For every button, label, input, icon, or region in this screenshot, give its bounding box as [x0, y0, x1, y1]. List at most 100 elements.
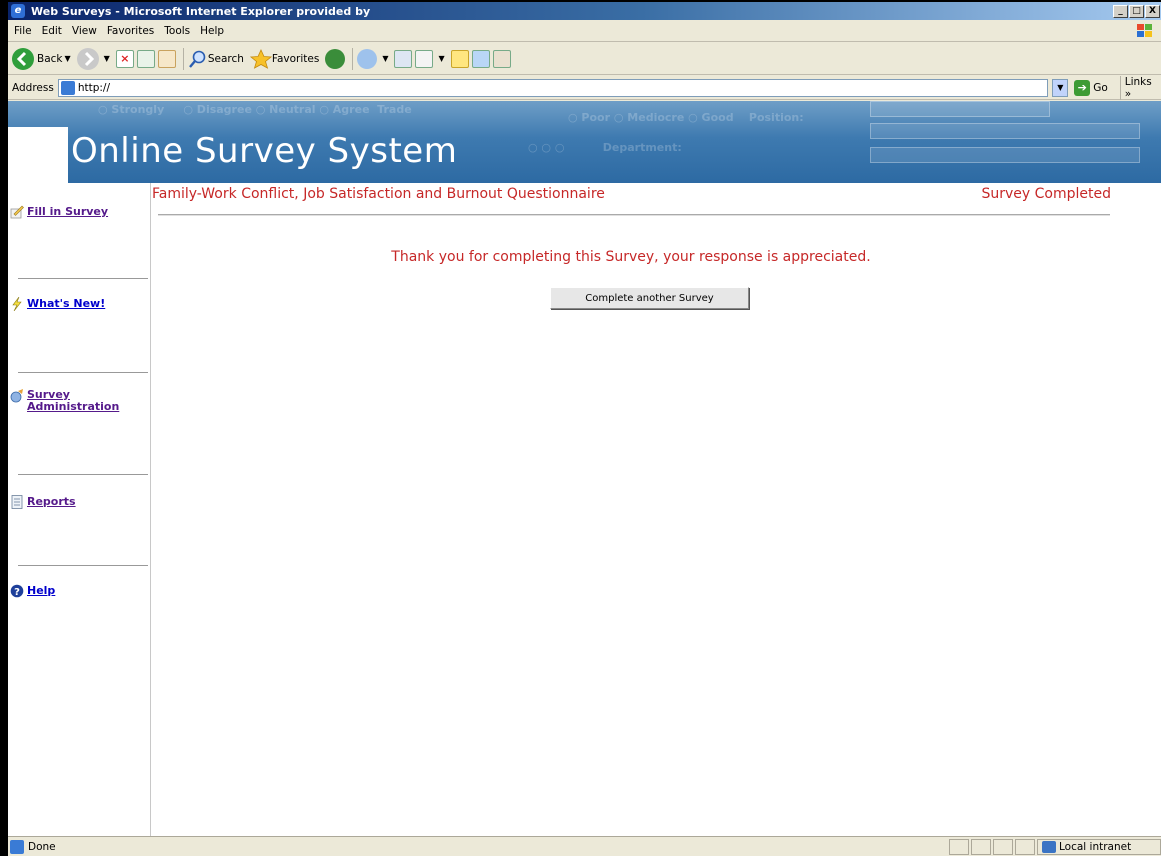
- minimize-button[interactable]: _: [1113, 4, 1128, 18]
- search-label: Search: [207, 52, 244, 65]
- menu-tools[interactable]: Tools: [164, 25, 190, 37]
- search-button[interactable]: Search: [188, 49, 244, 69]
- chevron-down-icon: ▼: [382, 54, 389, 63]
- svg-text:?: ?: [14, 587, 20, 598]
- research-icon[interactable]: [492, 49, 511, 68]
- address-dropdown-button[interactable]: ▼: [1052, 78, 1069, 97]
- toolbar: Back ▼ ▼ × Search Favorites ▼ ▼: [8, 43, 1161, 75]
- sidebar-nav: Fill in Survey What's New! Survey Admini…: [8, 183, 151, 836]
- menu-favorites[interactable]: Favorites: [107, 25, 154, 37]
- site-banner: ○ Strongly ○ Disagree ○ Neutral ○ Agree …: [8, 101, 1161, 183]
- chevron-down-icon: ▼: [438, 54, 445, 63]
- restore-button[interactable]: □: [1129, 4, 1144, 18]
- banner-decoration: ○ Strongly ○ Disagree ○ Neutral ○ Agree …: [98, 103, 412, 116]
- stop-icon[interactable]: ×: [115, 49, 134, 68]
- window-title: Web Surveys - Microsoft Internet Explore…: [31, 4, 371, 18]
- title-bar: e Web Surveys - Microsoft Internet Explo…: [8, 2, 1161, 20]
- print-icon[interactable]: [394, 49, 413, 68]
- messenger-icon[interactable]: [471, 49, 490, 68]
- refresh-icon[interactable]: [136, 49, 155, 68]
- sidebar-item-label[interactable]: Help: [27, 584, 55, 597]
- sidebar-item-label[interactable]: What's New!: [27, 297, 105, 310]
- sidebar-item-label[interactable]: Fill in Survey: [27, 205, 108, 218]
- banner-decoration: ○ ○ ○ Department:: [528, 141, 682, 154]
- star-icon: [249, 48, 272, 69]
- banner-decoration: [870, 101, 1050, 117]
- windows-logo-icon: [1137, 24, 1152, 37]
- back-label: Back: [37, 52, 63, 65]
- admin-icon: [10, 389, 23, 403]
- discuss-icon[interactable]: [450, 49, 469, 68]
- history-icon[interactable]: [325, 48, 346, 69]
- sidebar-divider: [18, 278, 148, 279]
- menu-bar: File Edit View Favorites Tools Help: [8, 20, 1161, 42]
- search-icon: [188, 50, 206, 68]
- go-label: Go: [1093, 81, 1108, 94]
- banner-logo-area: [8, 127, 68, 183]
- site-title: Online Survey System: [71, 131, 458, 171]
- address-url: http://: [77, 81, 110, 94]
- security-zone: Local intranet: [1037, 838, 1161, 855]
- complete-another-survey-button[interactable]: Complete another Survey: [550, 287, 749, 309]
- status-pane: [949, 838, 969, 855]
- web-page: ○ Strongly ○ Disagree ○ Neutral ○ Agree …: [8, 101, 1161, 836]
- chevron-down-icon: ▼: [64, 54, 71, 63]
- menu-file[interactable]: File: [14, 25, 32, 37]
- favorites-label: Favorites: [271, 52, 320, 65]
- status-pane: [993, 838, 1013, 855]
- banner-decoration: [870, 147, 1140, 163]
- page-icon: [60, 80, 75, 95]
- sidebar-divider: [18, 565, 148, 566]
- banner-decoration: [870, 123, 1140, 139]
- help-icon: ?: [10, 584, 24, 598]
- main-content: Family-Work Conflict, Job Satisfaction a…: [152, 183, 1161, 836]
- sidebar-item-survey-administration[interactable]: Survey Administration: [10, 389, 119, 413]
- menu-help[interactable]: Help: [200, 25, 224, 37]
- status-bar: Done Local intranet: [8, 836, 1161, 856]
- browser-window: e Web Surveys - Microsoft Internet Explo…: [8, 2, 1161, 856]
- survey-status: Survey Completed: [981, 186, 1111, 202]
- back-button[interactable]: Back ▼: [12, 47, 71, 70]
- sidebar-divider: [18, 372, 148, 373]
- favorites-button[interactable]: Favorites: [249, 48, 320, 69]
- sidebar-item-label[interactable]: Survey Administration: [27, 389, 119, 413]
- address-bar: Address http:// ▼ ➔ Go Links »: [8, 75, 1161, 100]
- toolbar-separator: [182, 47, 184, 70]
- zone-label: Local intranet: [1059, 840, 1132, 853]
- address-input[interactable]: http://: [57, 78, 1049, 97]
- survey-title: Family-Work Conflict, Job Satisfaction a…: [152, 186, 605, 202]
- sidebar-item-help[interactable]: ? Help: [10, 584, 55, 598]
- back-arrow-icon: [12, 47, 34, 70]
- document-icon: [11, 495, 23, 509]
- address-label: Address: [12, 81, 54, 94]
- sidebar-item-fill-in-survey[interactable]: Fill in Survey: [10, 205, 108, 219]
- forward-button[interactable]: ▼: [76, 47, 110, 70]
- toolbar-separator: [352, 47, 354, 70]
- sidebar-item-label[interactable]: Reports: [27, 495, 76, 508]
- close-button[interactable]: X: [1145, 4, 1160, 18]
- sidebar-divider: [18, 474, 148, 475]
- menu-edit[interactable]: Edit: [42, 25, 62, 37]
- sidebar-item-reports[interactable]: Reports: [10, 495, 76, 509]
- status-text: Done: [28, 840, 56, 853]
- sidebar-item-whats-new[interactable]: What's New!: [10, 297, 105, 311]
- pencil-icon: [10, 205, 24, 219]
- intranet-icon: [1042, 840, 1056, 853]
- home-icon[interactable]: [157, 49, 176, 68]
- thank-you-message: Thank you for completing this Survey, yo…: [391, 249, 871, 265]
- go-arrow-icon: ➔: [1074, 79, 1091, 96]
- links-button[interactable]: Links »: [1119, 75, 1161, 100]
- go-button[interactable]: ➔ Go: [1074, 79, 1108, 96]
- banner-decoration: ○ Poor ○ Mediocre ○ Good Position:: [568, 111, 804, 124]
- lightning-icon: [12, 297, 22, 311]
- ie-logo-icon: e: [11, 4, 25, 18]
- chevron-down-icon: ▼: [103, 54, 110, 63]
- status-pane: [971, 838, 991, 855]
- edit-icon[interactable]: [415, 49, 434, 68]
- menu-view[interactable]: View: [72, 25, 97, 37]
- mail-button[interactable]: ▼: [357, 48, 389, 69]
- header-divider: [158, 214, 1110, 216]
- forward-arrow-icon: [76, 47, 99, 70]
- status-pane: [1015, 838, 1035, 855]
- mail-icon: [357, 48, 378, 69]
